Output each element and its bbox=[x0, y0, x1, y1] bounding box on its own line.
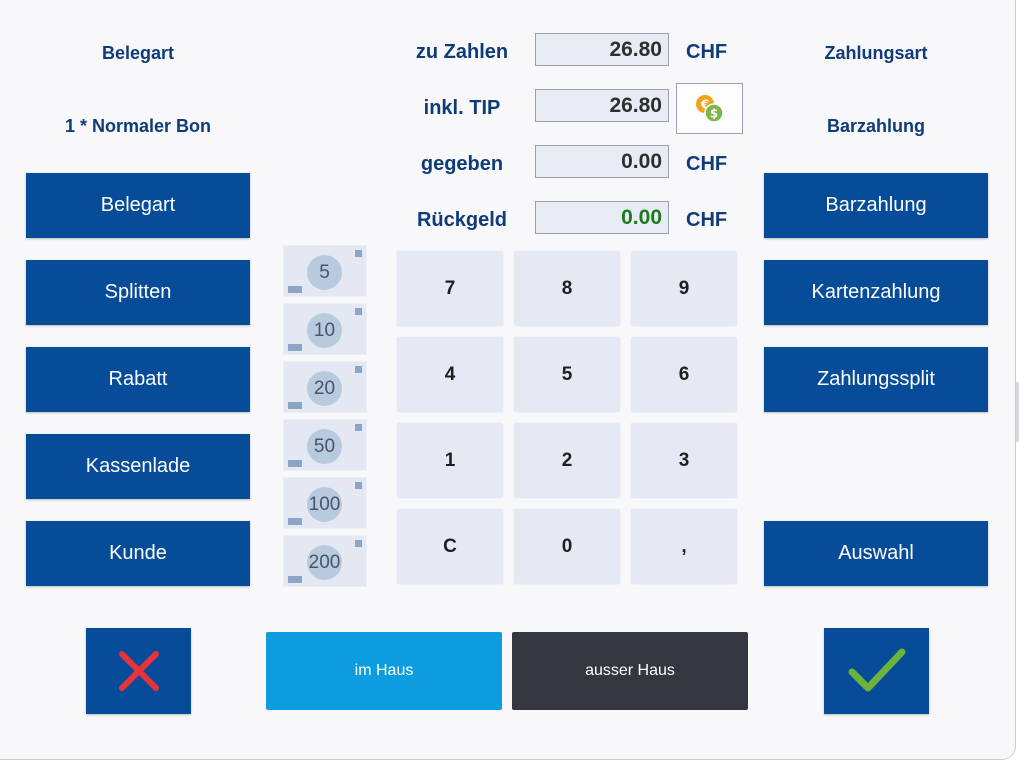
rabatt-button[interactable]: Rabatt bbox=[26, 347, 250, 412]
key-2[interactable]: 2 bbox=[513, 422, 621, 499]
banknote-50-label: 50 bbox=[307, 429, 342, 464]
zu-zahlen-field: 26.80 bbox=[535, 33, 669, 66]
banknote-5-button[interactable]: 5 bbox=[283, 245, 367, 297]
ausser-haus-button[interactable]: ausser Haus bbox=[512, 632, 748, 710]
rueckgeld-field: 0.00 bbox=[535, 201, 669, 234]
tip-coins-button[interactable]: € $ bbox=[676, 83, 743, 134]
key-6[interactable]: 6 bbox=[630, 336, 738, 413]
note-corner-mark bbox=[288, 576, 302, 583]
banknote-50-button[interactable]: 50 bbox=[283, 419, 367, 471]
key-8[interactable]: 8 bbox=[513, 250, 621, 327]
note-corner-mark bbox=[288, 518, 302, 525]
banknote-200-label: 200 bbox=[307, 545, 342, 580]
kartenzahlung-button[interactable]: Kartenzahlung bbox=[764, 260, 988, 325]
zu-zahlen-currency: CHF bbox=[686, 41, 728, 63]
banknote-20-button[interactable]: 20 bbox=[283, 361, 367, 413]
key-1[interactable]: 1 bbox=[396, 422, 504, 499]
kunde-button[interactable]: Kunde bbox=[26, 521, 250, 586]
belegart-button[interactable]: Belegart bbox=[26, 173, 250, 238]
banknote-200-button[interactable]: 200 bbox=[283, 535, 367, 587]
tip-label: inkl. TIP bbox=[423, 97, 501, 119]
note-corner-mark bbox=[355, 424, 362, 431]
banknote-100-button[interactable]: 100 bbox=[283, 477, 367, 529]
checkmark-icon bbox=[848, 648, 905, 692]
barzahlung-button[interactable]: Barzahlung bbox=[764, 173, 988, 238]
key-comma[interactable]: , bbox=[630, 508, 738, 585]
note-corner-mark bbox=[355, 250, 362, 257]
zahlungsart-heading: Zahlungsart bbox=[824, 43, 928, 63]
gegeben-currency: CHF bbox=[686, 153, 728, 175]
key-3[interactable]: 3 bbox=[630, 422, 738, 499]
key-0[interactable]: 0 bbox=[513, 508, 621, 585]
kassenlade-button[interactable]: Kassenlade bbox=[26, 434, 250, 499]
zahlungssplit-button[interactable]: Zahlungssplit bbox=[764, 347, 988, 412]
rueckgeld-label: Rückgeld bbox=[416, 209, 508, 231]
note-corner-mark bbox=[288, 344, 302, 351]
banknote-10-label: 10 bbox=[307, 313, 342, 348]
key-5[interactable]: 5 bbox=[513, 336, 621, 413]
splitten-button[interactable]: Splitten bbox=[26, 260, 250, 325]
key-7[interactable]: 7 bbox=[396, 250, 504, 327]
note-corner-mark bbox=[355, 366, 362, 373]
confirm-button[interactable] bbox=[824, 628, 929, 714]
note-corner-mark bbox=[288, 460, 302, 467]
key-9[interactable]: 9 bbox=[630, 250, 738, 327]
coins-icon: € $ bbox=[696, 95, 724, 123]
banknote-20-label: 20 bbox=[307, 371, 342, 406]
note-corner-mark bbox=[355, 482, 362, 489]
zahlungsart-value: Barzahlung bbox=[826, 116, 925, 136]
note-corner-mark bbox=[355, 308, 362, 315]
note-corner-mark bbox=[288, 402, 302, 409]
rueckgeld-currency: CHF bbox=[686, 209, 728, 231]
key-clear[interactable]: C bbox=[396, 508, 504, 585]
zu-zahlen-label: zu Zahlen bbox=[415, 41, 509, 63]
belegart-value: 1 * Normaler Bon bbox=[64, 116, 212, 136]
auswahl-button[interactable]: Auswahl bbox=[764, 521, 988, 586]
close-x-icon bbox=[118, 651, 159, 691]
tip-field[interactable]: 26.80 bbox=[535, 89, 669, 122]
gegeben-field[interactable]: 0.00 bbox=[535, 145, 669, 178]
banknote-10-button[interactable]: 10 bbox=[283, 303, 367, 355]
note-corner-mark bbox=[355, 540, 362, 547]
cancel-button[interactable] bbox=[86, 628, 191, 714]
im-haus-button[interactable]: im Haus bbox=[266, 632, 502, 710]
banknote-100-label: 100 bbox=[307, 487, 342, 522]
key-4[interactable]: 4 bbox=[396, 336, 504, 413]
banknote-5-label: 5 bbox=[307, 255, 342, 290]
svg-text:$: $ bbox=[710, 107, 718, 121]
gegeben-label: gegeben bbox=[420, 153, 504, 175]
note-corner-mark bbox=[288, 286, 302, 293]
belegart-heading: Belegart bbox=[101, 43, 175, 63]
